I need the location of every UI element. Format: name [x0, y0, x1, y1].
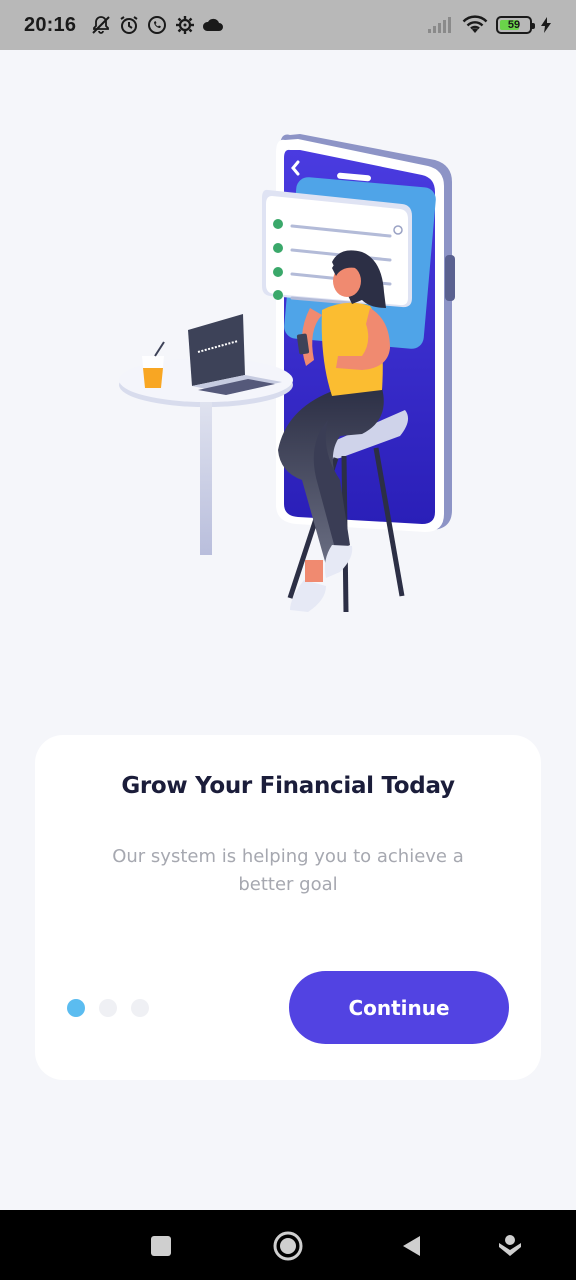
- cloud-icon: [202, 14, 224, 36]
- alarm-icon: [118, 14, 140, 36]
- muted-bell-icon: [90, 14, 112, 36]
- onboarding-card: Grow Your Financial Today Our system is …: [35, 735, 541, 1080]
- onboarding-description: Our system is helping you to achieve a b…: [112, 846, 464, 895]
- settings-gear-icon: [174, 14, 196, 36]
- wifi-icon: [462, 14, 488, 36]
- laptop-graphic: [188, 314, 282, 395]
- juice-cup-graphic: [142, 341, 165, 388]
- status-left: 20:16: [24, 14, 224, 37]
- system-nav-bar: [0, 1210, 576, 1280]
- page-indicator: [67, 999, 149, 1017]
- onboarding-title: Grow Your Financial Today: [121, 773, 455, 799]
- page-dot-3[interactable]: [131, 999, 149, 1017]
- whatsapp-icon: [146, 14, 168, 36]
- home-icon[interactable]: [272, 1230, 304, 1262]
- status-bar: 20:16 59: [0, 0, 576, 50]
- page-dot-2[interactable]: [99, 999, 117, 1017]
- recent-apps-icon[interactable]: [145, 1230, 177, 1262]
- status-right: 59: [426, 14, 552, 36]
- page-dot-1[interactable]: [67, 999, 85, 1017]
- status-time: 20:16: [24, 13, 77, 36]
- battery-level: 59: [507, 19, 521, 31]
- onboarding-illustration: [100, 120, 480, 630]
- battery-icon: 59: [496, 16, 535, 34]
- charging-bolt-icon: [540, 14, 552, 36]
- notification-icons: [90, 14, 224, 36]
- continue-button[interactable]: Continue: [289, 971, 509, 1044]
- assistant-icon[interactable]: [494, 1230, 526, 1262]
- signal-icon: [426, 14, 454, 36]
- back-icon[interactable]: [396, 1230, 428, 1262]
